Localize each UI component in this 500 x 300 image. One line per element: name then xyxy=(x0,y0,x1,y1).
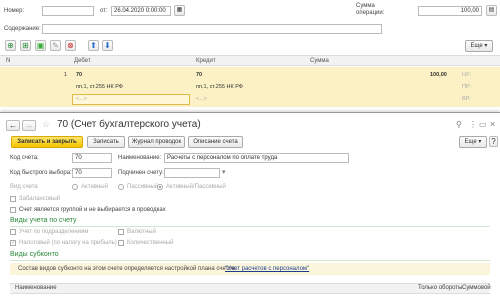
dialog-more-label: Еще xyxy=(464,139,477,145)
copy-icon[interactable]: ▣ xyxy=(35,40,46,51)
move-down-icon[interactable]: ⬇ xyxy=(102,40,113,51)
currency-label: Валютный xyxy=(127,229,156,235)
back-icon[interactable]: ← xyxy=(6,120,20,131)
currency-checkbox[interactable] xyxy=(118,229,124,235)
dialog-more-button[interactable]: Еще ▾ xyxy=(459,136,487,148)
subconto-divider xyxy=(10,260,490,261)
radio-active-passive-label: Активный/Пассивный xyxy=(166,184,226,190)
description-button[interactable]: Описание счета xyxy=(188,136,243,148)
name-field[interactable]: Расчеты с персоналом по оплате труда xyxy=(164,153,349,163)
sum-label: Сумма операции: xyxy=(356,3,385,16)
radio-passive[interactable] xyxy=(118,184,124,190)
subordinate-field[interactable] xyxy=(164,168,220,178)
row-n: 1 xyxy=(64,72,68,78)
radio-active-label: Активный xyxy=(81,184,108,190)
close-icon[interactable]: × xyxy=(490,119,495,129)
accounting-types-header: Виды учета по счету xyxy=(10,217,77,224)
add-icon[interactable]: ⊕ xyxy=(5,40,16,51)
row-tag-vr: ВР: xyxy=(462,96,471,102)
content-label: Содержание: xyxy=(4,26,41,32)
edit-icon[interactable]: ✎ xyxy=(50,40,61,51)
doc-more-label: Еще xyxy=(470,43,483,49)
subordinate-label: Подчинен счету: xyxy=(118,170,164,176)
number-label: Номер: xyxy=(4,8,25,14)
save-close-button[interactable]: Записать и закрыть xyxy=(11,136,83,148)
subconto-note: Состав видов субконто на этом счете опре… xyxy=(18,266,235,272)
date-field[interactable]: 26.04.2020 0:00:00 xyxy=(111,6,171,16)
minimize-icon[interactable]: ▭ xyxy=(479,120,487,129)
row-credit-sub: пп.1, ст.255 НК РФ xyxy=(196,84,243,90)
row-debit-sub: пп.1, ст.255 НК РФ xyxy=(76,84,123,90)
doc-more-button[interactable]: Еще ▾ xyxy=(465,40,493,52)
grid-col-name: Наименование xyxy=(15,285,57,291)
tax-profit-checkbox[interactable]: ✓ xyxy=(10,240,16,246)
col-n: N xyxy=(6,58,11,64)
row-debit-account: 70 xyxy=(76,72,83,78)
radio-active-passive[interactable] xyxy=(157,184,163,190)
debit-sub2-cell[interactable] xyxy=(72,94,190,105)
calendar-icon[interactable]: ▦ xyxy=(174,5,185,16)
row-credit-account: 70 xyxy=(196,72,203,78)
delete-icon[interactable]: ⊗ xyxy=(65,40,76,51)
code-label: Код счета: xyxy=(10,155,39,161)
radio-active[interactable] xyxy=(72,184,78,190)
row-sum: 100,00 xyxy=(430,72,447,78)
dialog-title: 70 (Счет бухгалтерского учета) xyxy=(57,119,201,130)
col-debit: Дебет xyxy=(74,58,91,64)
name-label: Наименование: xyxy=(118,155,162,161)
by-division-label: Учет по подразделениям xyxy=(19,229,89,235)
group-checkbox[interactable] xyxy=(10,207,16,213)
by-division-checkbox[interactable] xyxy=(10,229,16,235)
row-tag-pr: ПР: xyxy=(462,84,472,90)
save-button[interactable]: Записать xyxy=(87,136,125,148)
copy-add-icon[interactable]: ⊞ xyxy=(20,40,31,51)
quick-code-label: Код быстрого выбора: xyxy=(10,170,72,176)
journal-button[interactable]: Журнал проводок xyxy=(128,136,185,148)
offbalance-checkbox[interactable] xyxy=(10,196,16,202)
help-icon[interactable]: ? xyxy=(489,136,498,147)
sum-field[interactable]: 100,00 xyxy=(418,6,482,16)
subconto-link[interactable]: "Учет расчетов с персоналом" xyxy=(225,266,309,272)
offbalance-label: Забалансовый xyxy=(19,196,61,202)
code-field[interactable]: 70 xyxy=(72,153,112,163)
quick-code-field[interactable]: 70 xyxy=(72,168,112,178)
subconto-header: Виды субконто xyxy=(10,251,59,258)
forward-icon[interactable]: → xyxy=(22,120,36,131)
radio-passive-label: Пассивный xyxy=(127,184,159,190)
row-debit-sub2: <...> xyxy=(76,96,88,102)
row-tag-nu: НУ: xyxy=(462,72,471,78)
number-field[interactable] xyxy=(42,6,94,16)
date-label: от: xyxy=(100,8,108,14)
content-field[interactable] xyxy=(42,24,382,34)
accounting-types-divider xyxy=(10,226,490,227)
col-credit: Кредит xyxy=(196,58,216,64)
group-label: Счет является группой и не выбирается в … xyxy=(19,207,166,213)
calculator-icon[interactable]: ▤ xyxy=(486,5,497,16)
grid-col-turnover: Только обороты xyxy=(418,285,463,291)
account-type-label: Вид счета xyxy=(10,184,38,190)
grid-col-total: Суммовой xyxy=(462,285,491,291)
menu-icon[interactable]: ⋮ xyxy=(469,120,477,129)
row-credit-sub2: <...> xyxy=(196,96,208,102)
col-sum: Сумма xyxy=(310,58,329,64)
favorite-icon[interactable]: ☆ xyxy=(42,119,50,130)
quantity-label: Количественный xyxy=(127,240,174,246)
tax-profit-label: Налоговый (по налогу на прибыль) xyxy=(19,240,117,246)
quantity-checkbox[interactable] xyxy=(118,240,124,246)
subordinate-dropdown-icon[interactable]: ▾ xyxy=(222,168,226,176)
link-icon[interactable]: ⚲ xyxy=(456,120,462,129)
move-up-icon[interactable]: ⬆ xyxy=(88,40,99,51)
